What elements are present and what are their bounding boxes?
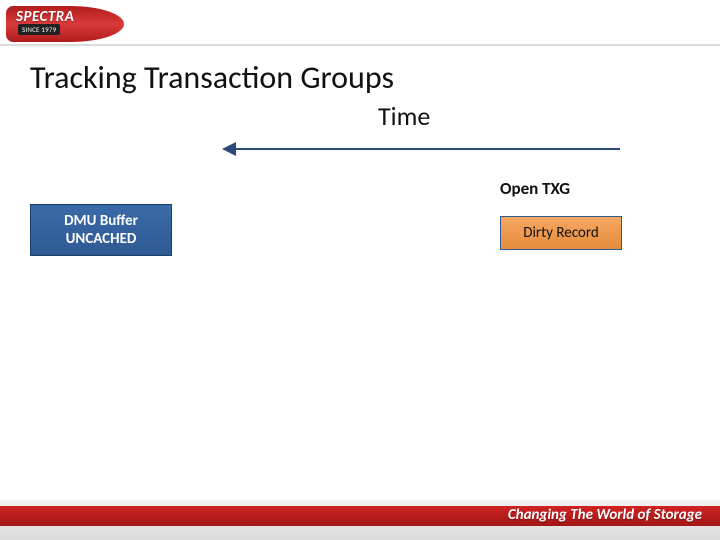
dirty-record-box: Dirty Record: [500, 216, 622, 250]
dmu-buffer-line2: UNCACHED: [31, 230, 171, 248]
open-txg-label: Open TXG: [500, 178, 570, 199]
logo-since-text: SINCE 1979: [18, 24, 60, 35]
dmu-buffer-box: DMU Buffer UNCACHED: [30, 204, 172, 256]
dmu-buffer-line1: DMU Buffer: [31, 212, 171, 230]
brand-logo: SPECTRA SINCE 1979: [6, 6, 124, 42]
dirty-record-label: Dirty Record: [523, 224, 598, 242]
footer-tagline: Changing The World of Storage: [508, 506, 702, 524]
slide-title: Tracking Transaction Groups: [30, 58, 394, 97]
header-divider: [0, 44, 720, 46]
time-axis-arrow: [222, 142, 620, 156]
time-axis-label: Time: [378, 100, 430, 132]
arrow-line: [230, 148, 620, 150]
slide-root: SPECTRA SINCE 1979 Tracking Transaction …: [0, 0, 720, 540]
